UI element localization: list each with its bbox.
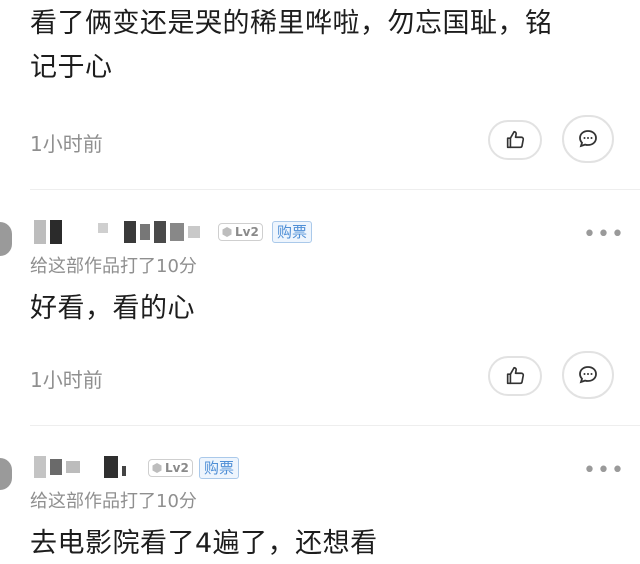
like-button[interactable] [488,356,542,396]
comment-time: 1小时前 [30,132,103,156]
comment-time: 1小时前 [30,368,103,392]
purchase-badge: 购票 [272,221,313,243]
more-dots-icon[interactable]: ••• [583,222,625,247]
comment-text-continued: 记于心 [30,52,113,83]
comment-text: 去电影院看了4遍了，还想看 [30,528,378,559]
reply-button[interactable] [562,351,614,399]
level-cube-icon [152,463,162,473]
level-badge: Lv2 [218,223,263,241]
reply-button[interactable] [562,115,614,163]
comment-bubble-icon [579,130,597,148]
avatar[interactable] [0,458,12,490]
divider [30,425,640,426]
level-text: Lv2 [165,461,189,475]
thumbs-up-icon [506,366,525,385]
username-blurred[interactable] [34,220,200,244]
username-blurred[interactable] [34,456,126,478]
level-cube-icon [222,227,232,237]
comment-bubble-icon [579,366,597,384]
avatar[interactable] [0,222,12,256]
divider [30,189,640,190]
comment-text: 看了俩变还是哭的稀里哗啦，勿忘国耻，铭 [30,8,553,39]
more-dots-icon[interactable]: ••• [583,458,625,483]
level-badge: Lv2 [148,459,193,477]
rating-text: 给这部作品打了10分 [30,491,197,512]
purchase-badge: 购票 [199,457,240,479]
thumbs-up-icon [506,130,525,149]
rating-text: 给这部作品打了10分 [30,256,197,277]
like-button[interactable] [488,120,542,160]
comment-text: 好看，看的心 [30,293,195,324]
level-text: Lv2 [235,225,259,239]
